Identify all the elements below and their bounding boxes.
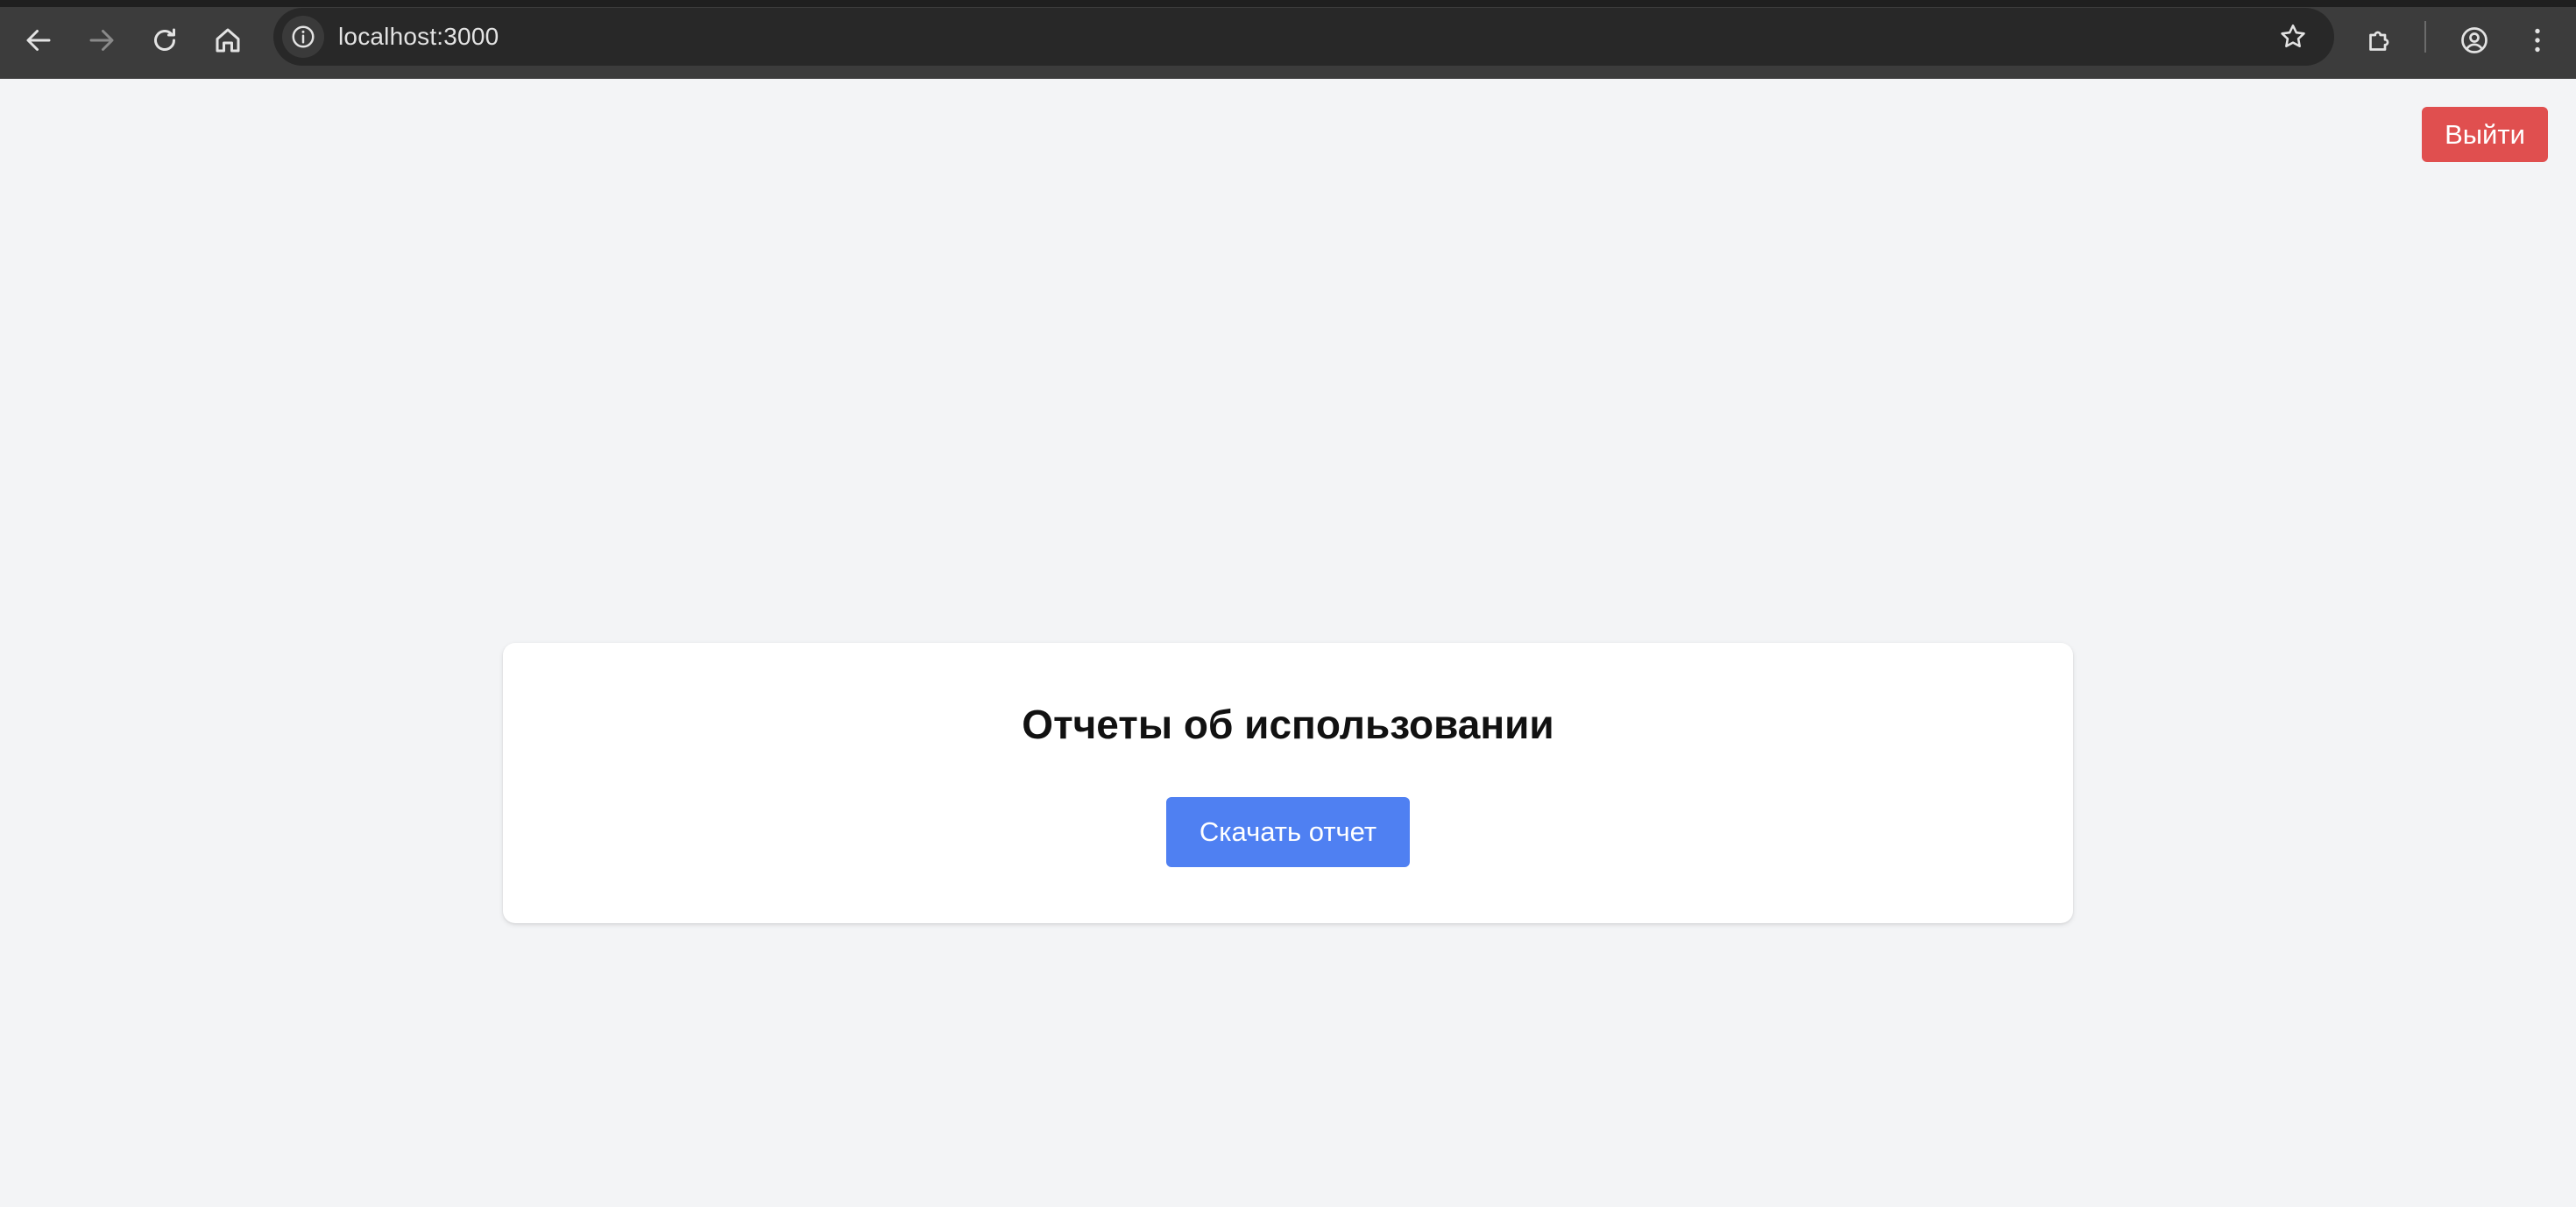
reports-card: Отчеты об использовании Скачать отчет: [503, 643, 2073, 923]
address-bar[interactable]: localhost:3000: [273, 8, 2334, 66]
forward-button[interactable]: [81, 19, 123, 61]
site-info-button[interactable]: [282, 16, 324, 58]
logout-button[interactable]: Выйти: [2422, 107, 2548, 162]
download-report-button[interactable]: Скачать отчет: [1166, 797, 1410, 867]
star-icon: [2281, 24, 2305, 48]
arrow-left-icon: [26, 30, 51, 51]
toolbar-separator: [2424, 21, 2426, 53]
reload-icon: [154, 28, 175, 51]
menu-button[interactable]: [2516, 19, 2558, 61]
account-icon: [2461, 27, 2488, 53]
profile-button[interactable]: [2453, 19, 2495, 61]
arrow-right-icon: [89, 30, 114, 51]
home-button[interactable]: [207, 19, 249, 61]
more-vertical-icon: [2535, 28, 2540, 53]
page-title: Отчеты об использовании: [1022, 702, 1554, 747]
browser-toolbar: localhost:3000: [0, 0, 2576, 79]
reload-button[interactable]: [144, 19, 186, 61]
home-icon: [216, 28, 240, 53]
puzzle-icon: [2369, 31, 2389, 51]
bookmark-button[interactable]: [2275, 18, 2311, 55]
extensions-button[interactable]: [2359, 19, 2401, 61]
info-icon: [292, 25, 315, 48]
url-text[interactable]: localhost:3000: [338, 8, 499, 66]
back-button[interactable]: [18, 19, 60, 61]
